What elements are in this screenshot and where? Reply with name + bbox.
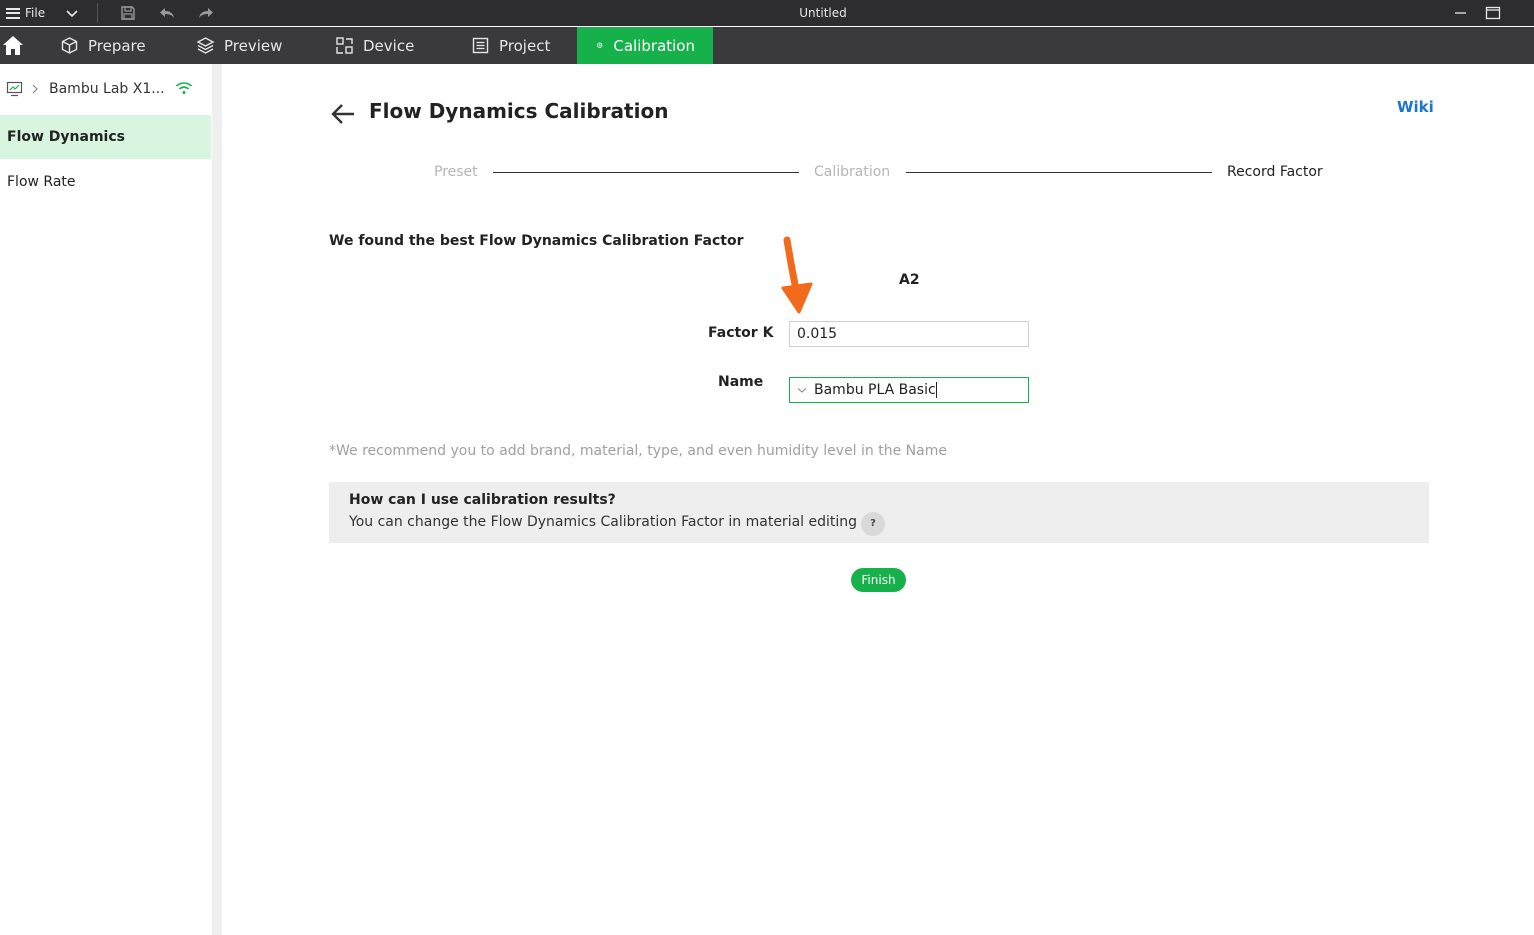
project-icon	[472, 37, 489, 54]
device-icon	[336, 37, 353, 54]
help-button[interactable]: ?	[861, 512, 885, 536]
step-connector	[493, 172, 799, 173]
name-value: Bambu PLA Basic	[814, 382, 936, 398]
tab-preview[interactable]: Preview	[196, 27, 282, 64]
device-selector[interactable]: Bambu Lab X1...	[6, 78, 165, 100]
back-arrow-icon[interactable]	[330, 102, 356, 126]
sidebar-divider	[212, 64, 222, 935]
info-text: You can change the Flow Dynamics Calibra…	[349, 514, 858, 530]
step-calibration: Calibration	[814, 164, 891, 180]
tab-device[interactable]: Device	[335, 27, 414, 64]
sidebar-item-flow-dynamics[interactable]: Flow Dynamics	[0, 115, 211, 159]
factor-k-input[interactable]	[789, 321, 1029, 347]
sidebar-item-flow-rate[interactable]: Flow Rate	[0, 160, 211, 204]
finish-button[interactable]: Finish	[851, 568, 906, 592]
name-combobox[interactable]: Bambu PLA Basic	[789, 377, 1029, 403]
maximize-icon[interactable]	[1484, 4, 1502, 22]
tab-preview-label: Preview	[224, 36, 283, 55]
page-title: Flow Dynamics Calibration	[369, 99, 669, 123]
calibration-icon	[597, 42, 603, 49]
step-preset: Preset	[434, 164, 478, 180]
home-icon[interactable]	[2, 35, 24, 56]
tab-prepare-label: Prepare	[88, 36, 146, 55]
calibration-sidebar: Bambu Lab X1... Flow Dynamics Flow Rate	[0, 64, 212, 935]
main-navbar: Prepare Preview Device Project Calibrati…	[0, 27, 1534, 64]
step-record-factor: Record Factor	[1227, 164, 1323, 180]
ams-slot-label: A2	[899, 272, 920, 288]
title-bar: File Untitled	[0, 0, 1534, 26]
text-caret	[935, 382, 937, 398]
usage-info-box: How can I use calibration results? You c…	[329, 482, 1429, 543]
result-heading: We found the best Flow Dynamics Calibrat…	[329, 233, 744, 249]
minimize-icon[interactable]	[1452, 4, 1470, 22]
name-recommendation-hint: *We recommend you to add brand, material…	[329, 443, 947, 459]
factor-k-label: Factor K	[708, 325, 774, 341]
info-title: How can I use calibration results?	[349, 492, 616, 508]
wifi-icon	[175, 82, 193, 94]
chevron-right-icon	[32, 84, 38, 94]
device-name: Bambu Lab X1...	[49, 81, 165, 97]
window-title: Untitled	[799, 6, 847, 20]
tab-calibration[interactable]: Calibration	[577, 27, 713, 64]
tab-project-label: Project	[499, 36, 551, 55]
chevron-down-icon[interactable]	[796, 384, 808, 396]
annotation-arrow-icon	[781, 236, 813, 314]
tab-device-label: Device	[363, 36, 415, 55]
cube-icon	[61, 37, 78, 54]
tab-calibration-label: Calibration	[613, 36, 695, 55]
printer-monitor-icon	[6, 81, 23, 97]
tab-project[interactable]: Project	[471, 27, 550, 64]
tab-prepare[interactable]: Prepare	[60, 27, 146, 64]
name-label: Name	[718, 374, 764, 390]
step-connector	[906, 172, 1212, 173]
layers-icon	[196, 37, 215, 54]
wiki-link[interactable]: Wiki	[1397, 98, 1434, 116]
